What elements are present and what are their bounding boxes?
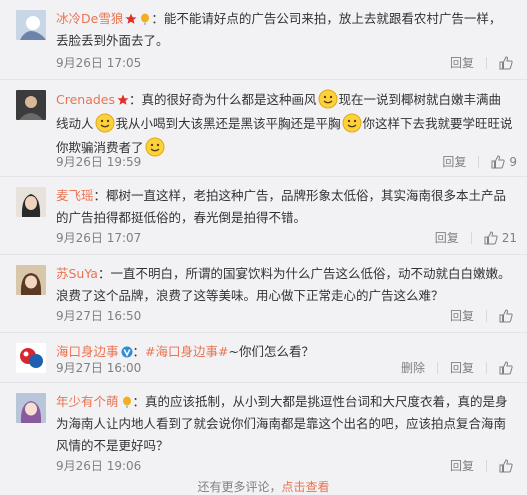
topic-link[interactable]: #海口身边事# — [145, 344, 228, 359]
comment-meta: 9月26日 17:05 回复 — [56, 54, 517, 72]
balloon-icon — [141, 13, 150, 25]
comment-item: 苏SuYa：一直不明白，所谓的国宴饮料为什么广告这么低俗，动不动就白白嫩嫩。浪费… — [0, 255, 527, 333]
comment-body: 冰冷De雪狼 ：能不能请好点的广告公司来拍，放上去就跟看农村广告一样，丢脸丢到外面… — [56, 8, 513, 52]
timestamp: 9月26日 19:06 — [56, 459, 142, 473]
reply-button[interactable]: 回复 — [435, 229, 459, 247]
like-button[interactable]: 9 — [491, 153, 517, 171]
avatar[interactable] — [16, 187, 46, 217]
avatar[interactable] — [16, 343, 46, 373]
comment-meta: 9月27日 16:50 回复 — [56, 307, 517, 325]
comment-list: 冰冷De雪狼 ：能不能请好点的广告公司来拍，放上去就跟看农村广告一样，丢脸丢到外面… — [0, 0, 527, 494]
separator-colon: ： — [97, 266, 111, 281]
reply-button[interactable]: 回复 — [450, 307, 474, 325]
comment-actions: 删除 回复 — [401, 359, 517, 377]
timestamp: 9月26日 17:05 — [56, 56, 142, 70]
star-badge-icon — [125, 13, 137, 24]
comment-actions: 回复 — [450, 457, 517, 475]
comment-item: 年少有个萌 ：真的应该抵制，从小到大都是挑逗性台词和大尺度衣着，真的是身为海南人让… — [0, 383, 527, 478]
more-comments-text: 还有更多评论， — [197, 480, 282, 494]
username-link[interactable]: 冰冷De雪狼 — [56, 11, 123, 26]
divider — [436, 362, 438, 374]
like-count: 9 — [509, 155, 517, 169]
username-link[interactable]: 年少有个萌 — [56, 394, 119, 409]
divider — [486, 57, 487, 69]
separator-colon: ： — [132, 394, 146, 409]
comment-body: 年少有个萌 ：真的应该抵制，从小到大都是挑逗性台词和大尺度衣着，真的是身为海南人让… — [56, 391, 513, 457]
balloon-icon — [122, 396, 131, 408]
more-comments: 还有更多评论，点击查看 — [0, 478, 527, 495]
avatar[interactable] — [16, 90, 46, 120]
comment-body: 苏SuYa：一直不明白，所谓的国宴饮料为什么广告这么低俗，动不动就白白嫩嫩。浪费… — [56, 263, 513, 307]
smile-emoji-icon — [95, 113, 115, 133]
more-comments-link[interactable]: 点击查看 — [282, 480, 330, 494]
comment-item: 麦飞瑶：椰树一直这样，老拍这种广告，品牌形象太低俗，其实海南很多本土产品的广告拍… — [0, 177, 527, 255]
avatar[interactable] — [16, 10, 46, 40]
reply-button[interactable]: 回复 — [450, 54, 474, 72]
thumbs-up-icon — [499, 459, 513, 473]
thumbs-up-icon — [499, 361, 513, 375]
like-button[interactable] — [499, 56, 517, 70]
timestamp: 9月27日 16:00 — [56, 361, 142, 375]
comment-actions: 回复 — [450, 307, 517, 325]
comment-text: 我从小喝到大该黑还是黑该平胸还是平胸 — [115, 116, 341, 131]
username-link[interactable]: Crenades — [56, 92, 115, 107]
comment-text: 真的很好奇为什么都是这种画风 — [141, 92, 317, 107]
separator-colon: ： — [151, 11, 164, 26]
comment-body: Crenades ：真的很好奇为什么都是这种画风 现在一说到椰树就白嫩丰满曲线动人我… — [56, 88, 513, 160]
thumbs-up-icon — [499, 56, 513, 70]
like-button[interactable] — [499, 361, 517, 375]
comment-text: 一直不明白，所谓的国宴饮料为什么广告这么低俗，动不动就白白嫩嫩。浪费了这个品牌，… — [56, 266, 511, 303]
separator-colon: ： — [132, 344, 146, 359]
divider — [470, 232, 472, 244]
timestamp: 9月26日 17:07 — [56, 231, 142, 245]
comment-meta: 9月26日 17:07 回复 21 — [56, 229, 517, 247]
like-count: 21 — [501, 231, 517, 245]
username-link[interactable]: 海口身边事 — [56, 344, 119, 359]
like-button[interactable]: 21 — [484, 229, 517, 247]
verified-v-icon — [121, 346, 133, 358]
like-button[interactable] — [499, 459, 517, 473]
comment-actions: 回复 21 — [435, 229, 517, 247]
reply-button[interactable]: 回复 — [442, 153, 466, 171]
timestamp: 9月26日 19:59 — [56, 155, 142, 169]
divider — [478, 156, 480, 168]
comment-meta: 9月26日 19:06 回复 — [56, 457, 517, 475]
comment-actions: 回复 — [450, 54, 517, 72]
comment-item: 海口身边事 ：#海口身边事#~你们怎么看？ 9月27日 16:00 删除 回复 — [0, 333, 527, 383]
divider — [486, 362, 487, 374]
comment-meta: 9月26日 19:59 回复 9 — [56, 153, 517, 171]
comment-item: Crenades ：真的很好奇为什么都是这种画风 现在一说到椰树就白嫩丰满曲线动人我… — [0, 80, 527, 177]
username-link[interactable]: 麦飞瑶 — [56, 188, 94, 203]
separator-colon: ： — [129, 92, 142, 107]
like-button[interactable] — [499, 309, 517, 323]
thumbs-up-icon — [491, 155, 505, 169]
smile-emoji-icon — [318, 89, 338, 109]
thumbs-up-icon — [484, 231, 498, 245]
comment-text: ~你们怎么看？ — [228, 344, 314, 359]
divider — [486, 460, 487, 472]
reply-button[interactable]: 回复 — [450, 359, 474, 377]
comment-body: 麦飞瑶：椰树一直这样，老拍这种广告，品牌形象太低俗，其实海南很多本土产品的广告拍… — [56, 185, 513, 229]
thumbs-up-icon — [499, 309, 513, 323]
comment-actions: 回复 9 — [442, 153, 517, 171]
star-badge-icon — [117, 94, 129, 105]
reply-button[interactable]: 回复 — [450, 457, 474, 475]
comment-text: 椰树一直这样，老拍这种广告，品牌形象太低俗，其实海南很多本土产品的广告拍得都挺低… — [56, 188, 507, 225]
timestamp: 9月27日 16:50 — [56, 309, 142, 323]
comment-meta: 9月27日 16:00 删除 回复 — [56, 359, 517, 377]
separator-colon: ： — [93, 188, 107, 203]
comment-item: 冰冷De雪狼 ：能不能请好点的广告公司来拍，放上去就跟看农村广告一样，丢脸丢到外面… — [0, 0, 527, 80]
avatar[interactable] — [16, 265, 46, 295]
avatar[interactable] — [16, 393, 46, 423]
divider — [486, 310, 487, 322]
smile-emoji-icon — [342, 113, 362, 133]
username-link[interactable]: 苏SuYa — [56, 266, 98, 281]
delete-button[interactable]: 删除 — [401, 359, 425, 377]
